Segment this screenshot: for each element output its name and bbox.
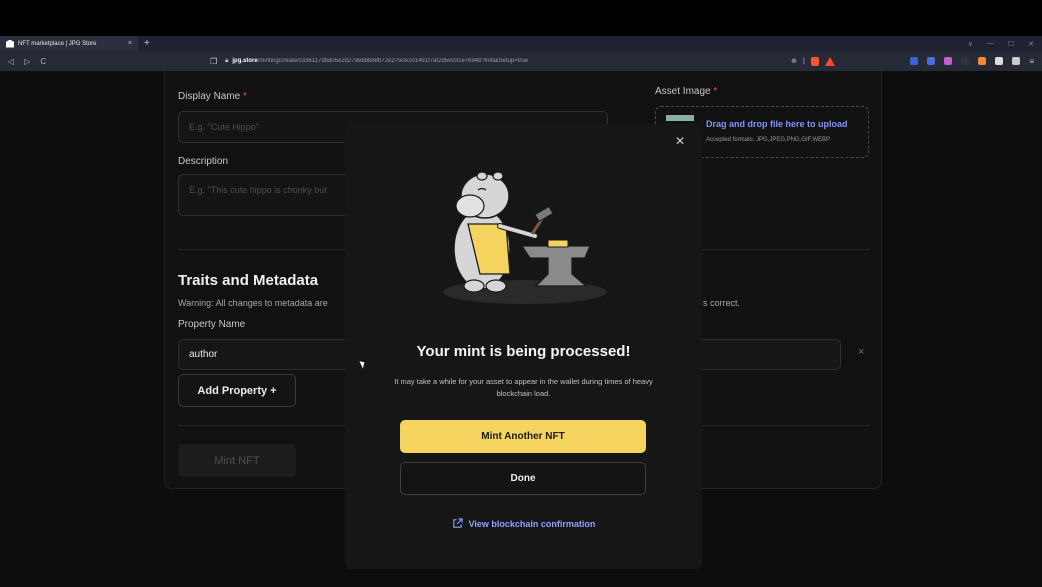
bookmark-icon[interactable]: ❒ [210,57,217,66]
new-tab-button[interactable]: + [144,36,150,51]
modal-title: Your mint is being processed! [416,343,631,360]
separator: | [803,57,805,65]
url-path: /minting/create/c336117dbd05e2d279ebbb88… [257,58,529,64]
view-blockchain-confirmation-link[interactable]: View blockchain confirmation [345,518,702,529]
brave-rewards-icon[interactable] [824,56,835,66]
lock-icon: 🔒︎ [225,57,229,64]
extension-icon[interactable] [944,57,953,65]
tab-list-icon[interactable]: ∨ [968,40,973,48]
window-controls: ∨ — ☐ ✕ [968,40,1042,48]
remove-property-icon[interactable]: × [858,346,864,358]
site-favicon-icon [6,39,14,48]
mint-another-nft-button[interactable]: Mint Another NFT [400,420,646,453]
address-bar-actions: ⊕ | [791,56,835,66]
external-link-icon [452,518,463,528]
add-property-button[interactable]: Add Property + [178,374,296,407]
address-bar[interactable]: 🔒︎ jpg.store /minting/create/c336117dbd0… [225,54,785,68]
extensions-puzzle-icon[interactable] [995,57,1004,65]
tab-close-icon[interactable]: × [128,40,132,47]
asset-image-label: Asset Image * [655,86,718,97]
property-name-label: Property Name [178,319,246,330]
metadata-warning: Warning: All changes to metadata are [178,298,328,308]
maximize-icon[interactable]: ☐ [1008,40,1014,48]
nav-buttons: ◁ ▷ C [0,57,200,66]
metadata-warning-tail: s correct. [703,298,741,308]
display-name-label: Display Name * [178,91,247,102]
back-icon[interactable]: ◁ [8,57,14,66]
traits-section-title: Traits and Metadata [178,272,319,289]
upload-thumbnail [666,115,694,121]
hippo-blacksmith-illustration [443,171,607,304]
extension-icon[interactable] [961,57,970,65]
required-mark: * [243,91,247,102]
browser-tab-active[interactable]: NFT marketplace | JPG Store × [0,36,138,51]
extensions-bar: ≡ [910,57,1042,66]
screen-top-bar [0,0,1042,36]
browser-tab-bar: NFT marketplace | JPG Store × + ∨ — ☐ ✕ [0,36,1042,51]
extension-icon[interactable] [927,57,936,65]
description-label: Description [178,156,229,167]
done-button[interactable]: Done [400,462,646,495]
browser-nav-bar: ◁ ▷ C ❒ 🔒︎ jpg.store /minting/create/c33… [0,51,1042,71]
menu-icon[interactable]: ≡ [1029,57,1034,66]
extension-icon[interactable] [910,57,919,65]
reload-icon[interactable]: C [40,57,46,66]
upload-title: Drag and drop file here to upload [706,119,848,129]
extension-icon[interactable] [978,57,987,65]
minimize-icon[interactable]: — [987,40,994,48]
tab-title: NFT marketplace | JPG Store [18,40,97,47]
mint-processing-modal: ✕ Your mint is being processed! It may t… [345,124,702,569]
url-host: jpg.store [232,58,258,64]
zoom-icon[interactable]: ⊕ [791,57,797,65]
brave-shields-icon[interactable] [810,56,819,66]
forward-icon[interactable]: ▷ [24,57,30,66]
mint-nft-button[interactable]: Mint NFT [178,444,296,477]
property-value-input[interactable] [695,339,841,370]
view-link-label: View blockchain confirmation [468,518,596,529]
upload-formats: Accepted formats: JPG,JPEG,PNG,GIF,WEBP [706,137,831,143]
close-window-icon[interactable]: ✕ [1028,40,1034,48]
close-icon[interactable]: ✕ [675,134,685,148]
sidebar-icon[interactable] [1012,57,1021,65]
modal-description: It may take a while for your asset to ap… [394,377,653,398]
